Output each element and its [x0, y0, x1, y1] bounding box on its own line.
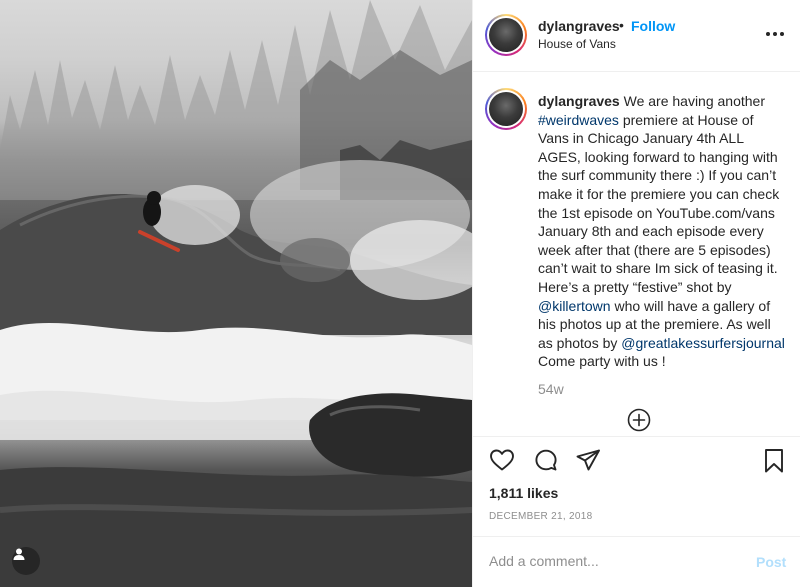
location-link[interactable]: House of Vans — [538, 37, 616, 51]
tagged-user-button[interactable] — [12, 547, 40, 575]
plus-circle-icon — [627, 408, 651, 432]
actions-divider — [473, 436, 800, 437]
share-button[interactable] — [575, 448, 601, 477]
mention-link[interactable]: @greatlakessurfersjournal — [621, 335, 785, 351]
author-avatar[interactable] — [485, 14, 527, 56]
bookmark-icon — [765, 449, 783, 473]
caption-username[interactable]: dylangraves — [538, 93, 620, 109]
comment-input[interactable] — [489, 553, 739, 569]
post-comment-button[interactable]: Post — [756, 554, 786, 570]
hashtag-link[interactable]: #weirdwaves — [538, 112, 619, 128]
caption-text: We are having another — [619, 93, 765, 109]
author-username[interactable]: dylangraves — [538, 18, 620, 34]
caption-text: premiere at House of Vans in Chicago Jan… — [538, 111, 780, 295]
paper-plane-icon — [576, 449, 600, 471]
post-header: dylangraves • Follow House of Vans — [473, 0, 800, 72]
separator-dot: • — [619, 17, 624, 33]
comment-bar: Post — [473, 536, 800, 587]
user-icon — [13, 548, 25, 560]
caption-time-ago: 54w — [538, 381, 564, 397]
post-date: DECEMBER 21, 2018 — [489, 511, 593, 522]
save-button[interactable] — [763, 448, 785, 479]
comment-icon — [535, 449, 557, 471]
surf-photo-illustration — [0, 0, 472, 587]
more-horizontal-icon[interactable] — [765, 26, 785, 42]
likes-count[interactable]: 1,811 likes — [489, 485, 558, 501]
like-button[interactable] — [489, 448, 515, 477]
post-sidebar: dylangraves • Follow House of Vans dylan… — [472, 0, 800, 587]
caption-author-avatar[interactable] — [485, 88, 527, 130]
comment-button[interactable] — [533, 448, 559, 479]
follow-button[interactable]: Follow — [631, 18, 675, 34]
load-more-comments-button[interactable] — [627, 408, 651, 437]
mention-link[interactable]: @killertown — [538, 298, 611, 314]
post-photo[interactable] — [0, 0, 472, 587]
caption-text: Come party with us ! — [538, 353, 666, 370]
heart-icon — [490, 449, 514, 471]
post-caption: dylangraves We are having another #weird… — [538, 92, 788, 371]
